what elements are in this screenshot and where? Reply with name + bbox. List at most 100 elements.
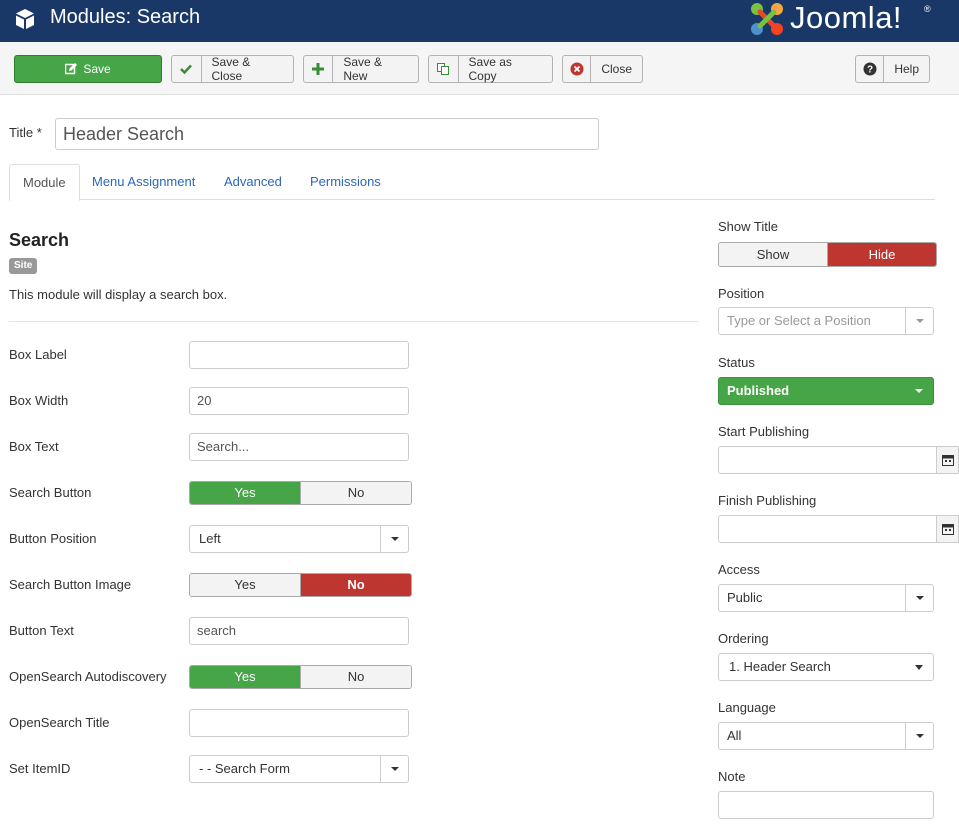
help-label: Help — [894, 62, 919, 76]
save-copy-label: Save as Copy — [468, 55, 512, 83]
show-title-toggle: Show Hide — [718, 242, 937, 267]
save-new-label: Save & New — [343, 55, 383, 83]
save-copy-button[interactable]: Save as Copy — [428, 55, 553, 83]
access-select[interactable]: Public — [718, 584, 934, 612]
save-button-label: Save — [83, 62, 111, 76]
show-title-hide[interactable]: Hide — [827, 243, 936, 266]
close-label: Close — [601, 62, 632, 76]
chevron-down-icon — [380, 756, 408, 782]
opensearch-autodiscovery-no[interactable]: No — [300, 666, 411, 688]
position-select[interactable]: Type or Select a Position — [718, 307, 934, 335]
search-button-yes[interactable]: Yes — [190, 482, 300, 504]
site-badge: Site — [9, 258, 38, 274]
box-label-input[interactable] — [189, 341, 409, 369]
cube-icon — [16, 9, 34, 29]
status-label: Status — [718, 355, 755, 370]
tab-menu-assignment[interactable]: Menu Assignment — [79, 164, 208, 200]
finish-publishing-input[interactable] — [718, 515, 937, 543]
access-value: Public — [727, 590, 763, 605]
module-description: This module will display a search box. — [9, 287, 228, 302]
save-new-button[interactable]: Save & New — [303, 55, 419, 83]
button-text-input[interactable]: search — [189, 617, 409, 645]
tab-bar: Module Menu Assignment Advanced Permissi… — [9, 164, 935, 201]
chevron-down-icon — [905, 585, 933, 611]
start-publishing-field — [718, 446, 959, 474]
search-button-image-label: Search Button Image — [9, 577, 132, 592]
position-placeholder: Type or Select a Position — [727, 313, 871, 328]
ordering-label: Ordering — [718, 631, 769, 646]
help-icon: ? — [856, 56, 885, 82]
tab-advanced[interactable]: Advanced — [211, 164, 295, 200]
opensearch-title-input[interactable] — [189, 709, 409, 737]
set-itemid-value: - - Search Form — [199, 761, 291, 776]
calendar-icon[interactable] — [937, 515, 959, 543]
language-value: All — [727, 728, 742, 743]
status-value: Published — [727, 383, 790, 398]
box-label-label: Box Label — [9, 347, 67, 362]
calendar-icon[interactable] — [937, 446, 959, 474]
app-header: Modules: Search Joomla! ® — [0, 0, 959, 42]
button-position-value: Left — [199, 531, 221, 546]
edit-icon — [65, 56, 83, 82]
ordering-value: 1. Header Search — [729, 659, 831, 674]
close-button[interactable]: Close — [562, 55, 643, 83]
search-button-image-toggle: Yes No — [189, 573, 412, 597]
search-button-image-yes[interactable]: Yes — [190, 574, 300, 596]
chevron-down-icon — [905, 378, 933, 404]
search-button-label: Search Button — [9, 485, 92, 500]
divider — [9, 321, 698, 322]
opensearch-title-label: OpenSearch Title — [9, 715, 110, 730]
search-button-image-no[interactable]: No — [300, 574, 411, 596]
status-select[interactable]: Published — [718, 377, 934, 405]
button-position-select[interactable]: Left — [189, 525, 409, 553]
module-name: Search — [9, 230, 70, 250]
box-text-label: Box Text — [9, 439, 59, 454]
note-input[interactable] — [718, 791, 934, 819]
opensearch-autodiscovery-toggle: Yes No — [189, 665, 412, 689]
language-select[interactable]: All — [718, 722, 934, 750]
show-title-label: Show Title — [718, 219, 778, 234]
opensearch-autodiscovery-label: OpenSearch Autodiscovery — [9, 669, 167, 684]
joomla-logo-icon — [751, 3, 783, 35]
button-position-label: Button Position — [9, 531, 97, 546]
tab-module[interactable]: Module — [9, 164, 80, 201]
save-button[interactable]: Save — [14, 55, 162, 83]
finish-publishing-label: Finish Publishing — [718, 493, 817, 508]
search-button-toggle: Yes No — [189, 481, 412, 505]
page-title: Modules: Search — [50, 6, 201, 28]
joomla-wordmark: Joomla! — [790, 0, 903, 35]
registered-mark: ® — [924, 4, 931, 14]
opensearch-autodiscovery-yes[interactable]: Yes — [190, 666, 300, 688]
plus-icon — [304, 56, 334, 82]
check-icon — [172, 56, 202, 82]
search-button-no[interactable]: No — [300, 482, 411, 504]
save-close-label: Save & Close — [211, 55, 251, 83]
chevron-down-icon — [905, 654, 933, 680]
svg-text:?: ? — [867, 65, 873, 76]
joomla-logo[interactable]: Joomla! ® — [748, 0, 938, 38]
show-title-show[interactable]: Show — [719, 243, 827, 266]
language-label: Language — [718, 700, 776, 715]
save-close-button[interactable]: Save & Close — [171, 55, 294, 83]
finish-publishing-field — [718, 515, 959, 543]
start-publishing-label: Start Publishing — [718, 424, 810, 439]
tab-permissions[interactable]: Permissions — [297, 164, 394, 200]
ordering-select[interactable]: 1. Header Search — [718, 653, 934, 681]
button-text-label: Button Text — [9, 623, 74, 638]
set-itemid-select[interactable]: - - Search Form — [189, 755, 409, 783]
box-width-input[interactable]: 20 — [189, 387, 409, 415]
box-width-label: Box Width — [9, 393, 69, 408]
title-label: Title * — [9, 125, 42, 140]
chevron-down-icon — [905, 723, 933, 749]
close-icon — [563, 56, 592, 82]
box-text-input[interactable]: Search... — [189, 433, 409, 461]
chevron-down-icon — [905, 308, 933, 334]
title-input[interactable]: Header Search — [55, 118, 599, 150]
access-label: Access — [718, 562, 760, 577]
chevron-down-icon — [380, 526, 408, 552]
start-publishing-input[interactable] — [718, 446, 937, 474]
note-label: Note — [718, 769, 746, 784]
help-button[interactable]: ? Help — [855, 55, 930, 83]
position-label: Position — [718, 286, 765, 301]
set-itemid-label: Set ItemID — [9, 761, 71, 776]
